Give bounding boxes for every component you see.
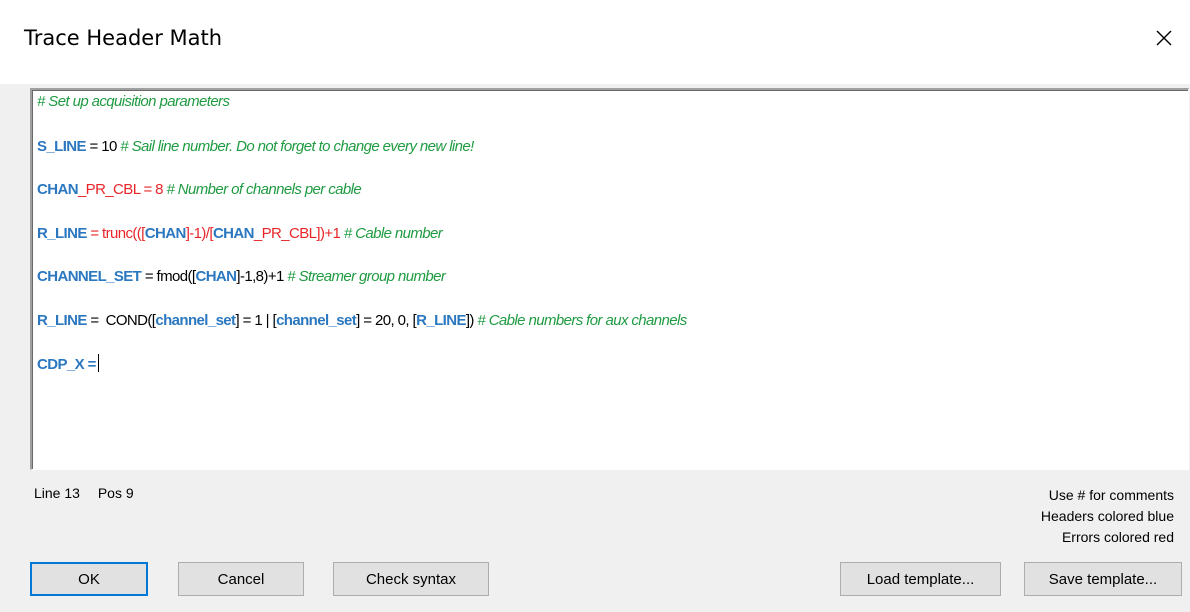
code-line: S_LINE = 10 # Sail line number. Do not f… xyxy=(37,136,474,158)
comment-token: # Set up acquisition parameters xyxy=(37,93,230,110)
close-button[interactable] xyxy=(1144,18,1184,58)
code-line: # Set up acquisition parameters xyxy=(37,91,230,113)
code-token: = fmod([ xyxy=(141,268,196,285)
header-token: CHAN xyxy=(37,181,79,198)
code-token: ]-1,8)+1 xyxy=(236,268,288,285)
hint-headers: Headers colored blue xyxy=(1040,508,1174,524)
ok-button[interactable]: OK xyxy=(30,562,148,596)
header-token: R_LINE xyxy=(416,312,466,329)
code-line: R_LINE = COND([channel_set] = 1 | [chann… xyxy=(37,310,687,332)
code-token: ]) xyxy=(465,312,478,329)
error-token: ]-1)/[ xyxy=(185,225,214,242)
comment-token: # Number of channels per cable xyxy=(166,181,362,198)
error-token: _PR_CBL = 8 xyxy=(77,181,167,198)
code-token: ] = 20, 0, [ xyxy=(356,312,417,329)
dialog-title: Trace Header Math xyxy=(24,26,223,50)
text-caret xyxy=(97,354,99,372)
check-syntax-button[interactable]: Check syntax xyxy=(333,562,489,596)
header-token: R_LINE xyxy=(37,225,87,242)
hint-errors: Errors colored red xyxy=(1061,529,1174,545)
save-template-button[interactable]: Save template... xyxy=(1024,562,1182,596)
code-token: ] = 1 | [ xyxy=(235,312,277,329)
code-line: R_LINE = trunc(([CHAN]-1)/[CHAN_PR_CBL])… xyxy=(37,223,443,245)
header-token: CDP_X xyxy=(37,356,85,373)
code-line: CDP_X = xyxy=(37,354,99,376)
title-bar: Trace Header Math xyxy=(0,0,1190,84)
hint-comments: Use # for comments xyxy=(1048,487,1174,503)
header-token: channel_set xyxy=(276,312,357,329)
header-token: CHANNEL_SET xyxy=(37,268,142,285)
header-token: channel_set xyxy=(155,312,236,329)
header-token: R_LINE xyxy=(37,312,87,329)
error-token: = trunc(([ xyxy=(86,225,145,242)
comment-token: # Sail line number. Do not forget to cha… xyxy=(120,138,474,155)
trace-header-math-dialog: Trace Header Math # Set up acquisition p… xyxy=(0,0,1190,612)
header-token: = xyxy=(84,356,97,373)
code-token: = COND([ xyxy=(86,312,156,329)
code-line: CHANNEL_SET = fmod([CHAN]-1,8)+1 # Strea… xyxy=(37,266,446,288)
code-token: = 10 xyxy=(85,138,121,155)
header-token: S_LINE xyxy=(37,138,87,155)
legend-hints: Use # for comments Headers colored blue … xyxy=(1041,485,1174,548)
position-indicator: Pos 9 xyxy=(97,485,134,501)
cursor-status: Line 13 Pos 9 xyxy=(34,485,148,501)
header-token: CHAN xyxy=(195,268,237,285)
line-indicator: Line 13 xyxy=(34,485,80,501)
comment-token: # Streamer group number xyxy=(287,268,446,285)
comment-token: # Cable numbers for aux channels xyxy=(477,312,687,329)
load-template-button[interactable]: Load template... xyxy=(840,562,1001,596)
error-token: _PR_CBL])+1 xyxy=(253,225,344,242)
header-token: CHAN xyxy=(144,225,187,242)
header-token: CHAN xyxy=(212,225,255,242)
code-line: CHAN_PR_CBL = 8 # Number of channels per… xyxy=(37,179,362,201)
close-icon xyxy=(1156,30,1172,46)
formula-editor[interactable]: # Set up acquisition parameters S_LINE = … xyxy=(30,88,1189,470)
cancel-button[interactable]: Cancel xyxy=(178,562,304,596)
comment-token: # Cable number xyxy=(343,225,443,242)
